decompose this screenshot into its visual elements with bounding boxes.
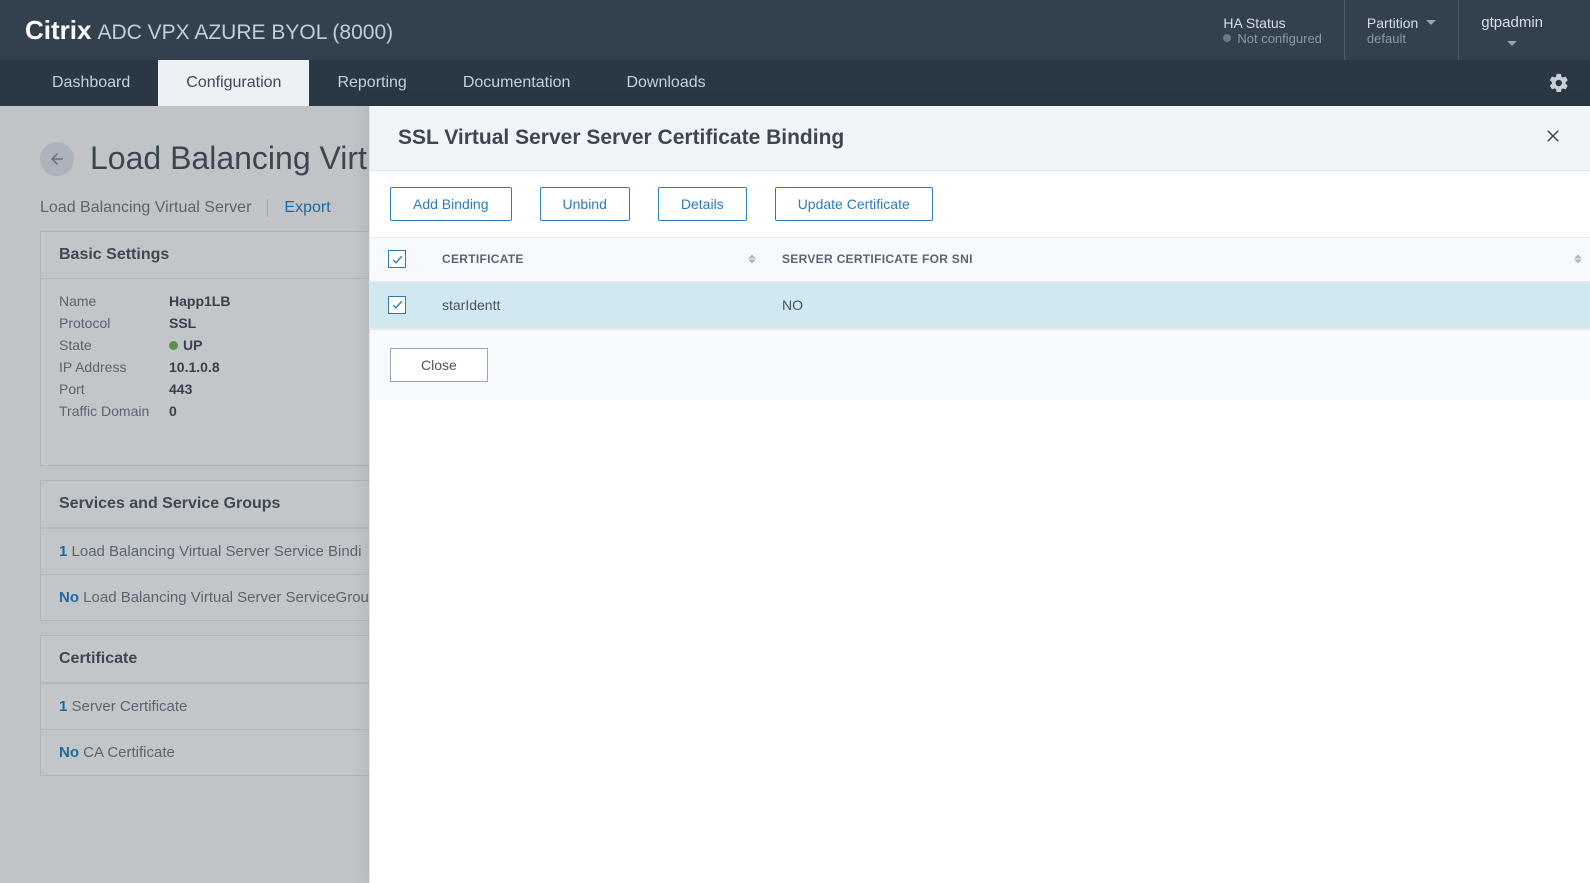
brand: Citrix ADC VPX AZURE BYOL (8000) [25, 15, 393, 46]
add-binding-button[interactable]: Add Binding [390, 187, 512, 221]
column-sni[interactable]: SERVER CERTIFICATE FOR SNI [764, 238, 1590, 281]
top-bar: Citrix ADC VPX AZURE BYOL (8000) HA Stat… [0, 0, 1590, 60]
sort-icon [748, 255, 756, 264]
close-icon [1544, 127, 1562, 145]
user-name: gtpadmin [1481, 14, 1543, 31]
tab-downloads[interactable]: Downloads [598, 60, 733, 106]
page-body: Load Balancing Virtual Load Balancing Vi… [0, 106, 1590, 883]
brand-main: Citrix [25, 15, 91, 46]
tab-configuration[interactable]: Configuration [158, 60, 309, 106]
check-icon [391, 298, 404, 311]
ha-status-label: HA Status [1223, 15, 1322, 31]
topbar-right: HA Status Not configured Partition defau… [1201, 0, 1565, 60]
tab-documentation[interactable]: Documentation [435, 60, 599, 106]
table-row[interactable]: starIdentt NO [370, 281, 1590, 329]
back-arrow-icon [48, 150, 66, 168]
check-icon [391, 253, 404, 266]
column-certificate[interactable]: CERTIFICATE [424, 238, 764, 281]
update-certificate-button[interactable]: Update Certificate [775, 187, 933, 221]
cell-sni: NO [764, 281, 1590, 329]
panel-footer: Close [370, 329, 1590, 400]
chevron-down-icon [1426, 20, 1436, 25]
gear-icon [1548, 72, 1570, 94]
panel-title: SSL Virtual Server Server Certificate Bi… [398, 126, 844, 150]
details-button[interactable]: Details [658, 187, 747, 221]
ha-status-value: Not configured [1223, 31, 1322, 46]
chevron-down-icon [1507, 41, 1517, 46]
partition-selector[interactable]: Partition default [1344, 0, 1458, 60]
close-button[interactable] [1544, 127, 1562, 150]
panel-toolbar: Add Binding Unbind Details Update Certif… [370, 171, 1590, 237]
ha-status: HA Status Not configured [1201, 0, 1344, 60]
sort-icon [1574, 255, 1582, 264]
breadcrumb-item: Load Balancing Virtual Server [40, 199, 251, 217]
settings-button[interactable] [1548, 60, 1570, 106]
state-up-icon [169, 341, 178, 350]
brand-sub: ADC VPX AZURE BYOL (8000) [97, 21, 393, 45]
ssl-cert-binding-panel: SSL Virtual Server Server Certificate Bi… [369, 106, 1590, 883]
partition-value: default [1367, 31, 1436, 46]
nav-bar: Dashboard Configuration Reporting Docume… [0, 60, 1590, 106]
cell-certificate: starIdentt [424, 281, 764, 329]
status-dot-icon [1223, 34, 1231, 42]
export-link[interactable]: Export [267, 199, 330, 217]
panel-header: SSL Virtual Server Server Certificate Bi… [370, 106, 1590, 171]
partition-label: Partition [1367, 15, 1418, 31]
close-panel-button[interactable]: Close [390, 348, 488, 382]
binding-table: CERTIFICATE SERVER CERTIFICATE FOR SNI [370, 237, 1590, 329]
unbind-button[interactable]: Unbind [540, 187, 630, 221]
checkbox[interactable] [388, 250, 406, 268]
tab-reporting[interactable]: Reporting [309, 60, 434, 106]
page-title: Load Balancing Virtual [90, 140, 410, 177]
select-all-header[interactable] [370, 238, 424, 281]
checkbox[interactable] [388, 296, 406, 314]
user-menu[interactable]: gtpadmin [1458, 0, 1565, 60]
back-button[interactable] [40, 142, 74, 176]
tab-dashboard[interactable]: Dashboard [24, 60, 158, 106]
